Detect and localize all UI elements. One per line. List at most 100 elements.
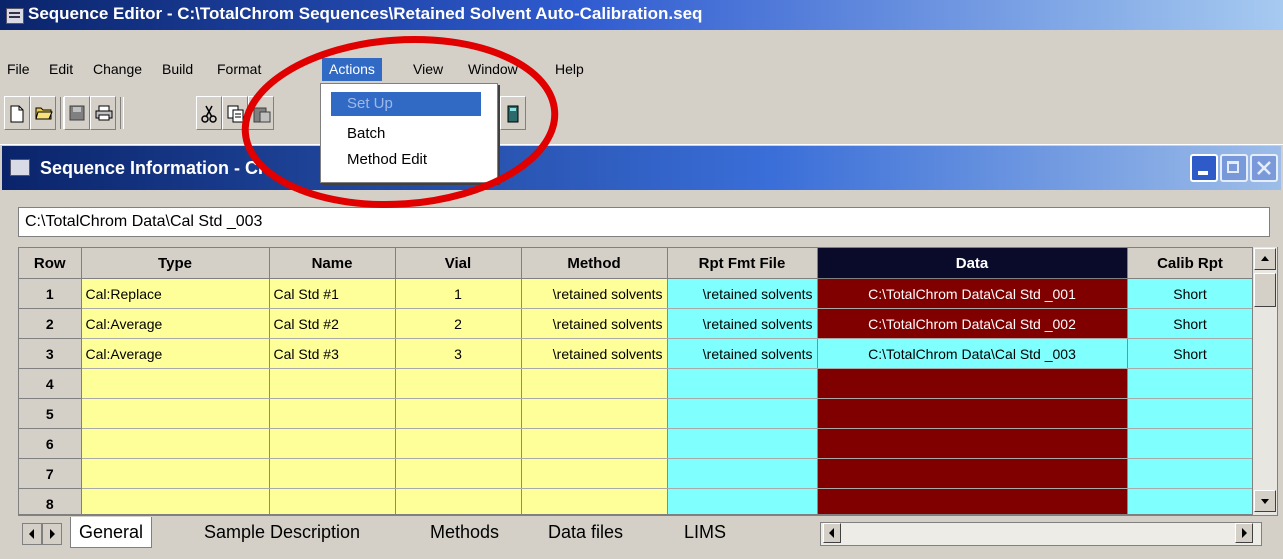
rpt-fmt-cell[interactable]	[667, 458, 818, 489]
scroll-up-button[interactable]	[1254, 248, 1276, 270]
row-number[interactable]: 6	[19, 428, 82, 459]
row-number[interactable]: 1	[19, 278, 82, 309]
rpt-fmt-cell[interactable]: \retained solvents	[667, 278, 818, 309]
data-cell-selected[interactable]: C:\TotalChrom Data\Cal Std _003	[817, 338, 1128, 369]
rpt-fmt-cell[interactable]	[667, 398, 818, 429]
col-header-rpt-fmt-file[interactable]: Rpt Fmt File	[667, 248, 818, 279]
type-cell[interactable]	[81, 368, 270, 399]
menu-change[interactable]: Change	[86, 58, 149, 81]
cell-value-field[interactable]: C:\TotalChrom Data\Cal Std _003	[18, 207, 1270, 237]
vial-cell[interactable]	[395, 368, 522, 399]
col-header-row[interactable]: Row	[19, 248, 82, 279]
method-cell[interactable]: \retained solvents	[521, 308, 668, 339]
type-cell[interactable]	[81, 398, 270, 429]
data-cell[interactable]	[817, 458, 1128, 489]
calib-rpt-cell[interactable]	[1127, 368, 1254, 399]
rpt-fmt-cell[interactable]	[667, 488, 818, 514]
type-cell[interactable]	[81, 488, 270, 514]
vial-cell[interactable]: 2	[395, 308, 522, 339]
scroll-down-button[interactable]	[1254, 490, 1276, 512]
tab-sample-description[interactable]: Sample Description	[196, 517, 368, 547]
name-cell[interactable]: Cal Std #3	[269, 338, 396, 369]
tab-scroll-left-button[interactable]	[22, 523, 42, 545]
col-header-vial[interactable]: Vial	[395, 248, 522, 279]
method-cell[interactable]	[521, 398, 668, 429]
name-cell[interactable]	[269, 428, 396, 459]
menu-file[interactable]: File	[0, 58, 37, 81]
vertical-scrollbar[interactable]	[1252, 247, 1277, 515]
data-cell[interactable]	[817, 368, 1128, 399]
data-cell[interactable]: C:\TotalChrom Data\Cal Std _001	[817, 278, 1128, 309]
rpt-fmt-cell[interactable]	[667, 368, 818, 399]
row-number[interactable]: 8	[19, 488, 82, 514]
calib-rpt-cell[interactable]	[1127, 428, 1254, 459]
tab-data-files[interactable]: Data files	[540, 517, 631, 547]
calib-rpt-cell[interactable]	[1127, 488, 1254, 514]
name-cell[interactable]: Cal Std #2	[269, 308, 396, 339]
hscroll-right-button[interactable]	[1235, 523, 1253, 543]
rpt-fmt-cell[interactable]: \retained solvents	[667, 338, 818, 369]
copy-button[interactable]	[222, 96, 248, 130]
tab-scroll-right-button[interactable]	[42, 523, 62, 545]
type-cell[interactable]: Cal:Average	[81, 308, 270, 339]
row-number[interactable]: 2	[19, 308, 82, 339]
calib-rpt-cell[interactable]	[1127, 398, 1254, 429]
tab-lims[interactable]: LIMS	[676, 517, 734, 547]
name-cell[interactable]: Cal Std #1	[269, 278, 396, 309]
vial-cell[interactable]	[395, 398, 522, 429]
row-number[interactable]: 3	[19, 338, 82, 369]
open-button[interactable]	[30, 96, 56, 130]
save-button[interactable]	[64, 96, 90, 130]
calib-rpt-cell[interactable]: Short	[1127, 278, 1254, 309]
menu-help[interactable]: Help	[548, 58, 591, 81]
menu-view[interactable]: View	[406, 58, 450, 81]
scroll-thumb[interactable]	[1254, 273, 1276, 307]
method-cell[interactable]: \retained solvents	[521, 338, 668, 369]
data-cell[interactable]: C:\TotalChrom Data\Cal Std _002	[817, 308, 1128, 339]
col-header-name[interactable]: Name	[269, 248, 396, 279]
data-cell[interactable]	[817, 488, 1128, 514]
calib-rpt-cell[interactable]	[1127, 458, 1254, 489]
hscroll-left-button[interactable]	[823, 523, 841, 543]
new-button[interactable]	[4, 96, 30, 130]
menu-edit[interactable]: Edit	[42, 58, 80, 81]
vial-cell[interactable]	[395, 488, 522, 514]
print-button[interactable]	[90, 96, 116, 130]
name-cell[interactable]	[269, 368, 396, 399]
method-cell[interactable]	[521, 458, 668, 489]
method-cell[interactable]	[521, 488, 668, 514]
rpt-fmt-cell[interactable]	[667, 428, 818, 459]
col-header-calib-rpt[interactable]: Calib Rpt	[1127, 248, 1254, 279]
type-cell[interactable]	[81, 458, 270, 489]
menu-item-batch[interactable]: Batch	[331, 122, 481, 146]
menu-format[interactable]: Format	[210, 58, 268, 81]
calib-rpt-cell[interactable]: Short	[1127, 308, 1254, 339]
vial-cell[interactable]	[395, 458, 522, 489]
menu-item-method-edit[interactable]: Method Edit	[331, 148, 481, 172]
tab-methods[interactable]: Methods	[422, 517, 507, 547]
toolbar-extra-button[interactable]	[500, 96, 526, 130]
type-cell[interactable]	[81, 428, 270, 459]
row-number[interactable]: 7	[19, 458, 82, 489]
data-cell[interactable]	[817, 428, 1128, 459]
rpt-fmt-cell[interactable]: \retained solvents	[667, 308, 818, 339]
vial-cell[interactable]: 3	[395, 338, 522, 369]
vial-cell[interactable]	[395, 428, 522, 459]
close-button[interactable]	[1250, 154, 1278, 182]
paste-button[interactable]	[248, 96, 274, 130]
minimize-button[interactable]	[1190, 154, 1218, 182]
col-header-method[interactable]: Method	[521, 248, 668, 279]
col-header-data[interactable]: Data	[817, 248, 1128, 279]
horizontal-scrollbar[interactable]	[820, 522, 1262, 546]
calib-rpt-cell[interactable]: Short	[1127, 338, 1254, 369]
tab-general[interactable]: General	[70, 517, 153, 548]
method-cell[interactable]	[521, 428, 668, 459]
maximize-button[interactable]	[1220, 154, 1248, 182]
data-cell[interactable]	[817, 398, 1128, 429]
row-number[interactable]: 4	[19, 368, 82, 399]
col-header-type[interactable]: Type	[81, 248, 270, 279]
vial-cell[interactable]: 1	[395, 278, 522, 309]
type-cell[interactable]: Cal:Average	[81, 338, 270, 369]
cut-button[interactable]	[196, 96, 222, 130]
menu-build[interactable]: Build	[155, 58, 200, 81]
